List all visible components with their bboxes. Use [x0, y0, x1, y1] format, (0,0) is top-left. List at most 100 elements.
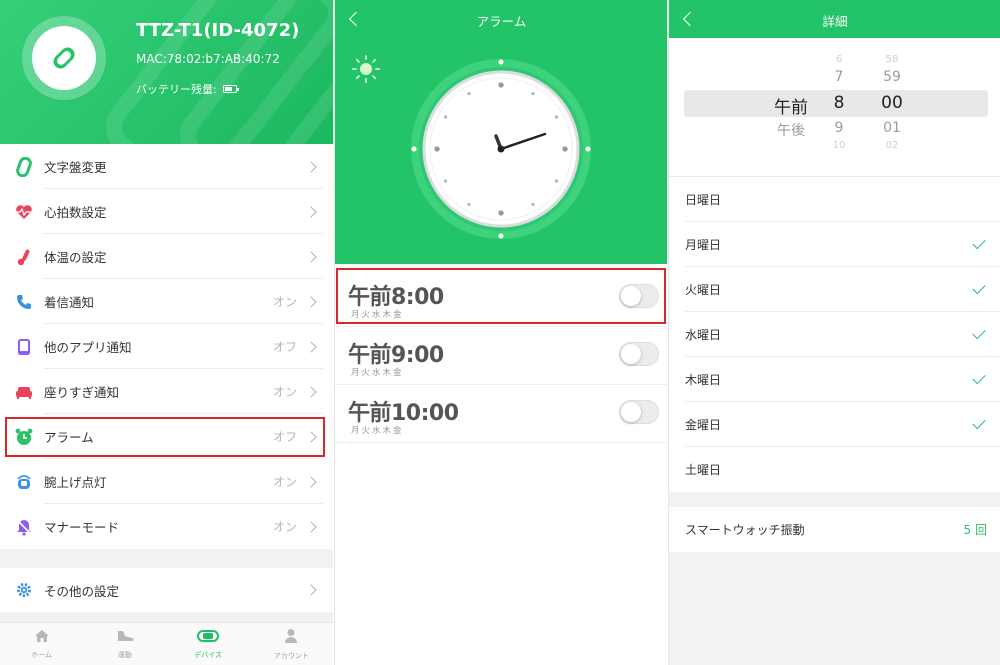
menu-item-value: オン	[272, 520, 297, 534]
menu-item-label: 心拍数設定	[44, 205, 107, 220]
picker-minute-selected[interactable]: 00	[877, 93, 907, 113]
check-icon	[972, 370, 986, 385]
picker-hour-faint-above: 6	[835, 54, 843, 65]
app-notification-icon	[14, 337, 34, 357]
tab-band[interactable]: デバイス	[167, 623, 250, 665]
day-label: 日曜日	[685, 193, 722, 207]
chevron-right-icon	[305, 205, 317, 218]
raise-wrist-icon	[14, 472, 34, 492]
alarm-panel: アラーム 午前8:00 月火水木金 午前9:00 月火水木金 午前10:00 月…	[334, 0, 667, 665]
check-icon	[972, 280, 986, 295]
picker-hour-selected[interactable]: 8	[827, 93, 851, 113]
band-icon	[32, 26, 96, 90]
menu-item-thermometer[interactable]: 体温の設定	[0, 234, 333, 279]
battery-icon	[222, 85, 239, 93]
day-label: 金曜日	[685, 418, 722, 432]
day-label: 土曜日	[685, 463, 722, 477]
day-item[interactable]: 木曜日	[669, 357, 1000, 402]
menu-item-label: 文字盤変更	[44, 160, 107, 175]
other-settings-label: その他の設定	[44, 583, 120, 599]
menu-item-label: 腕上げ点灯	[44, 475, 107, 490]
day-label: 火曜日	[685, 283, 722, 297]
day-item[interactable]: 土曜日	[669, 447, 1000, 492]
day-item[interactable]: 金曜日	[669, 402, 1000, 447]
alarm-row[interactable]: 午前9:00 月火水木金	[335, 327, 667, 385]
device-mac: MAC:78:02:b7:AB:40:72	[136, 52, 280, 66]
vibration-label: スマートウォッチ振動	[685, 523, 805, 537]
page-title: アラーム	[476, 14, 527, 29]
analog-clock-icon	[411, 59, 591, 239]
chevron-right-icon	[305, 385, 317, 398]
page-title: 詳細	[822, 14, 848, 29]
phone-icon	[14, 292, 34, 312]
vibration-value: 5 回	[963, 523, 987, 537]
other-settings-item[interactable]: その他の設定	[0, 568, 333, 612]
menu-item-raise-wrist[interactable]: 腕上げ点灯 オン	[0, 459, 333, 504]
menu-item-app-notification[interactable]: 他のアプリ通知 オフ	[0, 324, 333, 369]
chevron-right-icon	[305, 475, 317, 488]
band-icon	[197, 628, 220, 647]
person-icon	[284, 628, 298, 648]
watch-face-icon	[14, 156, 34, 177]
day-label: 月曜日	[685, 238, 722, 252]
picker-minute-above[interactable]: 59	[877, 69, 907, 85]
menu-item-value: オン	[272, 385, 297, 399]
picker-ampm-below[interactable]: 午後	[769, 120, 813, 140]
menu-item-heart-rate[interactable]: 心拍数設定	[0, 189, 333, 234]
gear-icon	[14, 580, 34, 600]
day-item[interactable]: 月曜日	[669, 222, 1000, 267]
menu-item-value: オン	[272, 295, 297, 309]
check-icon	[972, 235, 986, 250]
device-panel: TTZ-T1(ID-4072) MAC:78:02:b7:AB:40:72 バッ…	[0, 0, 333, 665]
check-icon	[972, 325, 986, 340]
chevron-right-icon	[305, 295, 317, 308]
device-name: TTZ-T1(ID-4072)	[136, 20, 300, 41]
detail-header: 詳細	[669, 0, 1000, 38]
alarm-row[interactable]: 午前10:00 月火水木金	[335, 385, 667, 443]
shoe-icon	[116, 628, 134, 647]
battery-label: バッテリー残量:	[136, 83, 217, 96]
menu-item-label: 他のアプリ通知	[44, 340, 132, 355]
menu-item-label: 体温の設定	[44, 250, 107, 265]
day-item[interactable]: 水曜日	[669, 312, 1000, 357]
menu-item-value: オン	[272, 475, 297, 489]
picker-hour-faint-below: 10	[832, 140, 846, 151]
thermometer-icon	[14, 247, 34, 267]
alarm-days: 月火水木金	[351, 368, 404, 378]
picker-minute-faint-above: 58	[885, 54, 899, 65]
menu-gap	[0, 550, 333, 568]
time-picker[interactable]: 午前 午後 6 7 8 9 10 58 59 00 01 02	[669, 38, 1000, 176]
highlight-box	[5, 417, 325, 457]
sun-icon	[352, 55, 380, 83]
alarm-toggle[interactable]	[619, 400, 659, 424]
menu-item-phone[interactable]: 着信通知 オン	[0, 279, 333, 324]
battery-status: バッテリー残量:	[136, 81, 239, 97]
alarm-header: アラーム	[335, 0, 667, 264]
picker-hour-below[interactable]: 9	[827, 120, 851, 136]
sofa-icon	[14, 382, 34, 402]
menu-item-label: 着信通知	[44, 295, 95, 310]
menu-item-value: オフ	[272, 340, 297, 354]
chevron-right-icon	[305, 584, 317, 596]
device-header: TTZ-T1(ID-4072) MAC:78:02:b7:AB:40:72 バッ…	[0, 0, 333, 144]
device-avatar	[22, 16, 106, 100]
alarm-toggle[interactable]	[619, 342, 659, 366]
picker-minute-below[interactable]: 01	[877, 120, 907, 136]
day-item[interactable]: 火曜日	[669, 267, 1000, 312]
device-menu: 文字盤変更 心拍数設定 体温の設定 着信通知 オン 他のアプリ通知 オフ 座りすぎ通知 オン アラ…	[0, 144, 333, 549]
menu-item-label: マナーモード	[44, 520, 120, 535]
heart-rate-icon	[14, 202, 34, 222]
vibration-row[interactable]: スマートウォッチ振動 5 回	[669, 507, 1000, 552]
home-icon	[34, 628, 50, 647]
menu-item-silent-bell[interactable]: マナーモード オン	[0, 504, 333, 549]
picker-hour-above[interactable]: 7	[827, 69, 851, 85]
tab-shoe[interactable]: 運動	[83, 623, 166, 665]
menu-item-sofa[interactable]: 座りすぎ通知 オン	[0, 369, 333, 414]
picker-ampm-selected[interactable]: 午前	[769, 93, 813, 118]
day-label: 水曜日	[685, 328, 722, 342]
tab-home[interactable]: ホーム	[0, 623, 83, 665]
alarm-time: 午前10:00	[348, 401, 459, 426]
tab-person[interactable]: アカウント	[250, 623, 333, 665]
menu-item-watch-face[interactable]: 文字盤変更	[0, 144, 333, 189]
day-item[interactable]: 日曜日	[669, 177, 1000, 222]
